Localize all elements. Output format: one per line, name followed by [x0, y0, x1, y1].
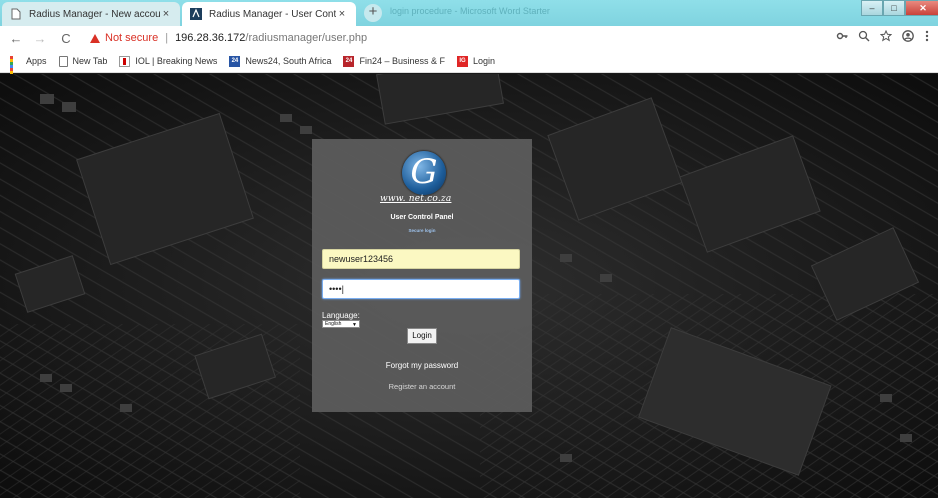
iol-icon	[119, 55, 131, 67]
forward-button[interactable]: →	[30, 31, 50, 46]
address-separator: |	[165, 32, 169, 44]
password-input[interactable]: ••••|	[322, 279, 520, 299]
bookmark-label: Fin24 – Business & F	[359, 56, 446, 66]
account-icon[interactable]	[902, 30, 914, 42]
page-icon	[11, 8, 21, 20]
address-toolbar: ← → C Not secure | 196.28.36.172/radiusm…	[0, 26, 938, 50]
tab-radius-new-account[interactable]: Radius Manager - New account / ×	[2, 2, 180, 26]
login-button[interactable]: Login	[407, 328, 437, 344]
ig-icon: IG	[457, 55, 469, 67]
language-select[interactable]: English ▼	[322, 320, 360, 328]
language-label: Language:	[322, 311, 360, 320]
logo-letter: G	[410, 152, 438, 192]
radius-favicon-icon	[190, 8, 202, 20]
page-viewport: G www. net.co.za User Control Panel Secu…	[0, 74, 938, 498]
gnet-logo-icon: G	[402, 151, 446, 195]
logo-text: www. net.co.za	[380, 194, 452, 204]
language-selected: English	[325, 321, 342, 327]
bookmark-label: Login	[473, 56, 496, 66]
url-field[interactable]: 196.28.36.172/radiusmanager/user.php	[175, 32, 367, 44]
login-panel: G www. net.co.za User Control Panel Secu…	[312, 139, 532, 412]
bookmark-fin24[interactable]: 24 Fin24 – Business & F	[343, 55, 446, 67]
bookmark-news24[interactable]: 24 News24, South Africa	[229, 55, 332, 67]
zoom-icon[interactable]	[858, 30, 870, 42]
tab-radius-user-control[interactable]: Radius Manager - User Control P ×	[182, 2, 356, 26]
key-icon[interactable]	[836, 30, 848, 42]
panel-subtitle: Secure login	[408, 228, 436, 233]
register-account-link[interactable]: Register an account	[312, 382, 532, 391]
bookmark-label: News24, South Africa	[245, 56, 332, 66]
tab-title: Radius Manager - User Control P	[209, 8, 336, 20]
apps-icon	[10, 55, 21, 83]
news24-icon: 24	[229, 55, 241, 67]
url-path: /radiusmanager/user.php	[245, 32, 368, 44]
bookmark-label: New Tab	[72, 56, 108, 66]
page-icon	[58, 55, 68, 67]
reload-button[interactable]: C	[56, 31, 76, 46]
bookmark-new-tab[interactable]: New Tab	[58, 55, 108, 67]
warning-icon	[90, 33, 100, 43]
panel-title: User Control Panel	[390, 214, 454, 221]
username-input[interactable]: newuser123456	[322, 249, 520, 269]
new-tab-button[interactable]: +	[364, 4, 382, 22]
bookmarks-bar: Apps New Tab IOL | Breaking News 24 News…	[0, 50, 938, 83]
url-host: 196.28.36.172	[175, 32, 246, 44]
window-ghost-title: login procedure - Microsoft Word Starter	[390, 6, 550, 16]
back-button[interactable]: ←	[6, 31, 26, 46]
bookmark-label: Apps	[26, 56, 47, 66]
security-indicator[interactable]: Not secure	[90, 32, 158, 44]
window-controls: – □ ✕	[861, 0, 938, 16]
bookmark-iol[interactable]: IOL | Breaking News	[119, 55, 218, 67]
bookmark-login[interactable]: IG Login	[457, 55, 496, 67]
dropdown-arrow-icon: ▼	[352, 322, 357, 328]
close-window-button[interactable]: ✕	[905, 0, 938, 16]
security-label: Not secure	[105, 32, 159, 44]
tab-title: Radius Manager - New account /	[29, 8, 160, 20]
browser-titlebar: login procedure - Microsoft Word Starter…	[0, 0, 938, 26]
star-icon[interactable]	[880, 30, 892, 42]
forgot-password-link[interactable]: Forgot my password	[312, 361, 532, 370]
close-tab-icon[interactable]: ×	[160, 8, 172, 20]
close-tab-icon[interactable]: ×	[336, 8, 348, 20]
menu-icon[interactable]	[924, 30, 930, 42]
minimize-button[interactable]: –	[861, 0, 883, 16]
maximize-button[interactable]: □	[883, 0, 905, 16]
toolbar-right-icons	[836, 30, 930, 42]
bookmark-apps[interactable]: Apps	[10, 55, 47, 83]
fin24-icon: 24	[343, 55, 355, 67]
bookmark-label: IOL | Breaking News	[135, 56, 218, 66]
